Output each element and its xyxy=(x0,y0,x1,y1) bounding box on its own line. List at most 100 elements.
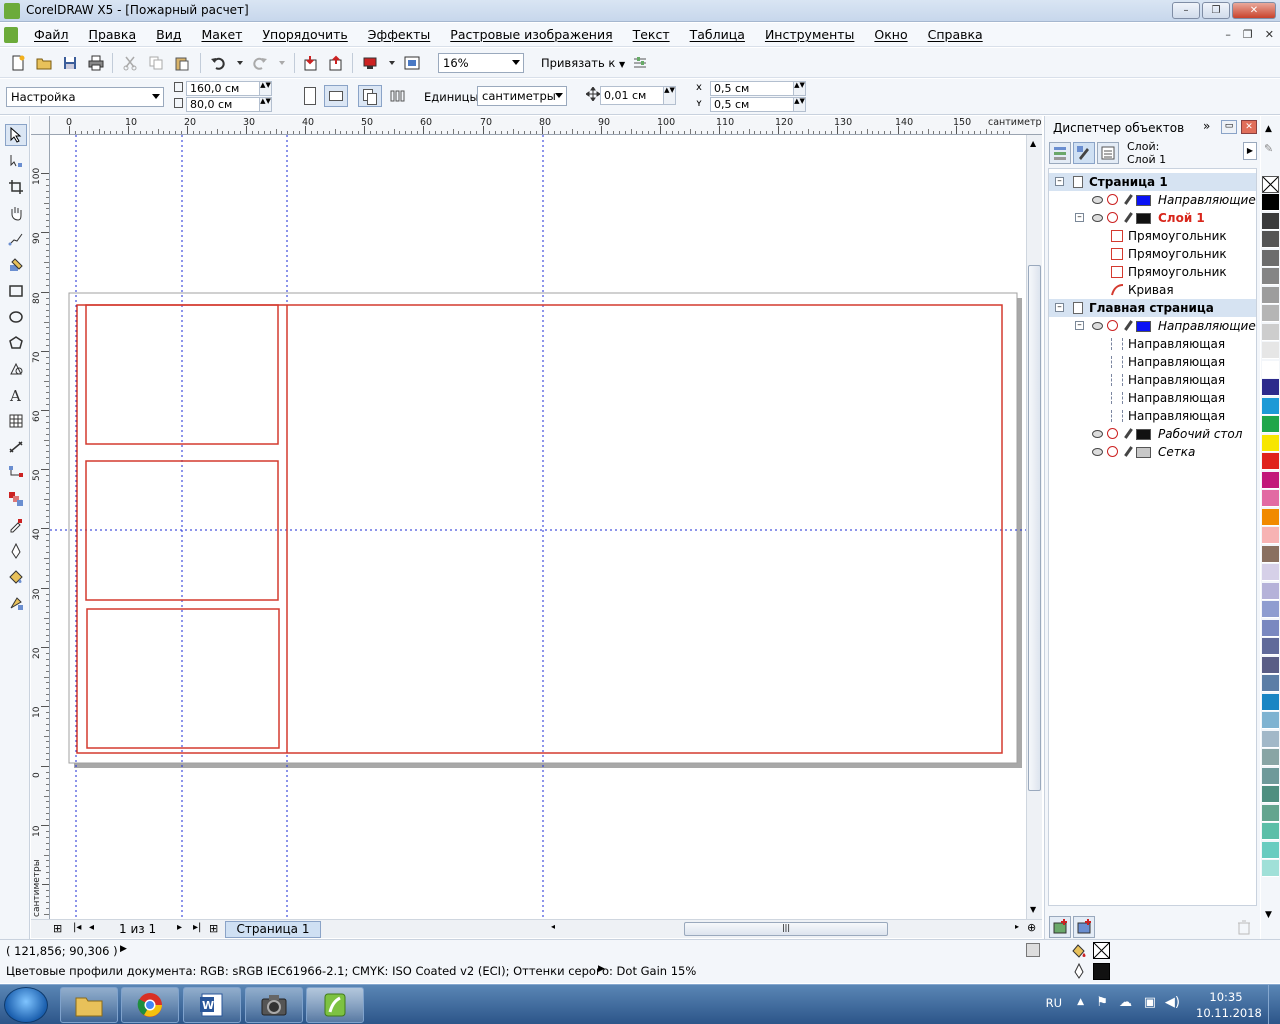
color-swatch[interactable] xyxy=(1262,656,1279,674)
menu-item[interactable]: Макет xyxy=(191,27,252,42)
menu-item[interactable]: Справка xyxy=(918,27,993,42)
color-swatch[interactable] xyxy=(1262,675,1279,692)
tree-item-guide[interactable]: Направляющая xyxy=(1049,371,1256,389)
current-page-button[interactable] xyxy=(390,88,406,102)
color-swatch[interactable] xyxy=(1262,453,1279,470)
page-preset-combo[interactable]: Настройка xyxy=(6,87,164,107)
color-swatch[interactable] xyxy=(1262,582,1279,600)
layer-color-swatch[interactable] xyxy=(1136,321,1151,332)
editable-pencil-icon[interactable] xyxy=(1124,194,1133,205)
horizontal-scroll-thumb[interactable]: ||| xyxy=(684,922,888,936)
options-icon[interactable] xyxy=(630,53,650,73)
coreldraw-taskbar-icon[interactable] xyxy=(306,987,364,1023)
redo-icon[interactable] xyxy=(250,53,270,73)
smart-fill-tool-icon[interactable] xyxy=(5,254,27,276)
cut-icon[interactable] xyxy=(120,53,140,73)
drawing-canvas[interactable] xyxy=(50,135,1026,919)
edit-across-layers-icon[interactable] xyxy=(1073,142,1095,164)
layer-color-swatch[interactable] xyxy=(1136,213,1151,224)
layer-color-swatch[interactable] xyxy=(1136,195,1151,206)
tree-item-guide[interactable]: Направляющая xyxy=(1049,407,1256,425)
color-swatch[interactable] xyxy=(1262,749,1279,766)
previous-page-button[interactable]: ◂ xyxy=(89,922,94,933)
eyedropper-tool-icon[interactable] xyxy=(5,514,27,536)
printable-toggle-icon[interactable] xyxy=(1107,212,1118,223)
docker-minimize-icon[interactable]: ▭ xyxy=(1221,120,1237,134)
color-swatch[interactable] xyxy=(1262,508,1279,526)
color-swatch[interactable] xyxy=(1262,712,1279,729)
color-swatch[interactable] xyxy=(1262,564,1279,581)
palette-scroll-up-arrow[interactable]: ▲ xyxy=(1265,124,1272,134)
printable-toggle-icon[interactable] xyxy=(1107,446,1118,457)
minimize-button[interactable]: – xyxy=(1172,2,1200,19)
horizontal-ruler[interactable]: 0 10 20 30 40 50 60 70 80 90 100 110 120 130 140 150 сан… xyxy=(50,116,1042,135)
color-swatch[interactable] xyxy=(1262,416,1279,433)
nudge-distance-input[interactable]: 0,01 см ▲▼ xyxy=(600,86,676,105)
import-icon[interactable] xyxy=(300,53,320,73)
table-tool-icon[interactable] xyxy=(5,410,27,432)
show-desktop-button[interactable] xyxy=(1268,985,1280,1024)
layer-color-swatch[interactable] xyxy=(1136,447,1151,458)
color-swatch[interactable] xyxy=(1262,527,1279,544)
menu-item[interactable]: Таблица xyxy=(680,27,755,42)
color-swatch[interactable] xyxy=(1262,860,1279,877)
shape-tool-icon[interactable] xyxy=(5,150,27,172)
pick-tool-icon[interactable] xyxy=(5,124,27,146)
network-icon[interactable]: ▣ xyxy=(1144,995,1156,1010)
color-swatch[interactable] xyxy=(1262,434,1279,452)
paste-icon[interactable] xyxy=(172,53,192,73)
color-swatch[interactable] xyxy=(1262,194,1279,211)
status-expand-arrow[interactable]: ▶ xyxy=(120,944,127,954)
zoom-level-combo[interactable]: 16% xyxy=(438,53,524,73)
tree-item-layer[interactable]: Рабочий стол xyxy=(1049,425,1256,443)
visibility-eye-icon[interactable] xyxy=(1092,214,1103,222)
start-button[interactable] xyxy=(4,987,48,1023)
action-center-flag-icon[interactable]: ⚑ xyxy=(1096,995,1108,1010)
copy-icon[interactable] xyxy=(146,53,166,73)
color-swatch[interactable] xyxy=(1262,786,1279,803)
add-page-after-icon[interactable]: ⊞ xyxy=(209,922,218,935)
tree-item-curve[interactable]: Кривая xyxy=(1049,281,1256,299)
scroll-right-arrow[interactable]: ▸ xyxy=(1015,922,1019,931)
new-layer-icon[interactable] xyxy=(1049,916,1071,938)
volume-icon[interactable]: ◀) xyxy=(1165,995,1180,1010)
redo-dropdown-icon[interactable] xyxy=(272,53,292,73)
color-swatch[interactable] xyxy=(1262,545,1279,563)
welcome-screen-icon[interactable] xyxy=(402,53,422,73)
collapse-toggle-icon[interactable]: – xyxy=(1055,303,1064,312)
color-swatch[interactable] xyxy=(1262,601,1279,618)
next-page-button[interactable]: ▸ xyxy=(177,922,182,933)
printable-toggle-icon[interactable] xyxy=(1107,428,1118,439)
menu-item[interactable]: Файл xyxy=(24,27,79,42)
clock-date[interactable]: 10.11.2018 xyxy=(1196,1006,1262,1020)
collapse-toggle-icon[interactable]: – xyxy=(1055,177,1064,186)
layer-manager-view-icon[interactable] xyxy=(1097,142,1119,164)
duplicate-distance-x-input[interactable]: 0,5 см ▲▼ xyxy=(710,81,806,96)
menu-item[interactable]: Вид xyxy=(146,27,191,42)
no-color-swatch[interactable] xyxy=(1262,176,1279,193)
palette-scroll-down-arrow[interactable]: ▼ xyxy=(1265,910,1272,920)
all-pages-button[interactable] xyxy=(358,85,382,107)
scroll-up-arrow[interactable]: ▲ xyxy=(1030,139,1036,148)
color-swatch[interactable] xyxy=(1262,379,1279,396)
tree-item-rect[interactable]: Прямоугольник xyxy=(1049,263,1256,281)
color-swatch[interactable] xyxy=(1262,212,1279,230)
open-icon[interactable] xyxy=(34,53,54,73)
layer-color-swatch[interactable] xyxy=(1136,429,1151,440)
color-swatch[interactable] xyxy=(1262,823,1279,840)
menu-item[interactable]: Растровые изображения xyxy=(440,27,622,42)
clock-time[interactable]: 10:35 xyxy=(1196,990,1256,1004)
word-taskbar-icon[interactable]: W xyxy=(183,987,241,1023)
doc-minimize-button[interactable]: – xyxy=(1225,28,1231,41)
show-hidden-icons-arrow[interactable]: ▲ xyxy=(1077,997,1084,1007)
tree-item-layer[interactable]: Направляющие xyxy=(1049,191,1256,209)
pan-tool-icon[interactable] xyxy=(5,202,27,224)
document-icon[interactable] xyxy=(4,27,18,43)
interactive-fill-tool-icon[interactable] xyxy=(5,592,27,614)
color-swatch[interactable] xyxy=(1262,841,1279,859)
explorer-taskbar-icon[interactable] xyxy=(60,987,118,1023)
crop-tool-icon[interactable] xyxy=(5,176,27,198)
menu-item[interactable]: Инструменты xyxy=(755,27,864,42)
menu-item[interactable]: Окно xyxy=(864,27,917,42)
camera-taskbar-icon[interactable] xyxy=(245,987,303,1023)
